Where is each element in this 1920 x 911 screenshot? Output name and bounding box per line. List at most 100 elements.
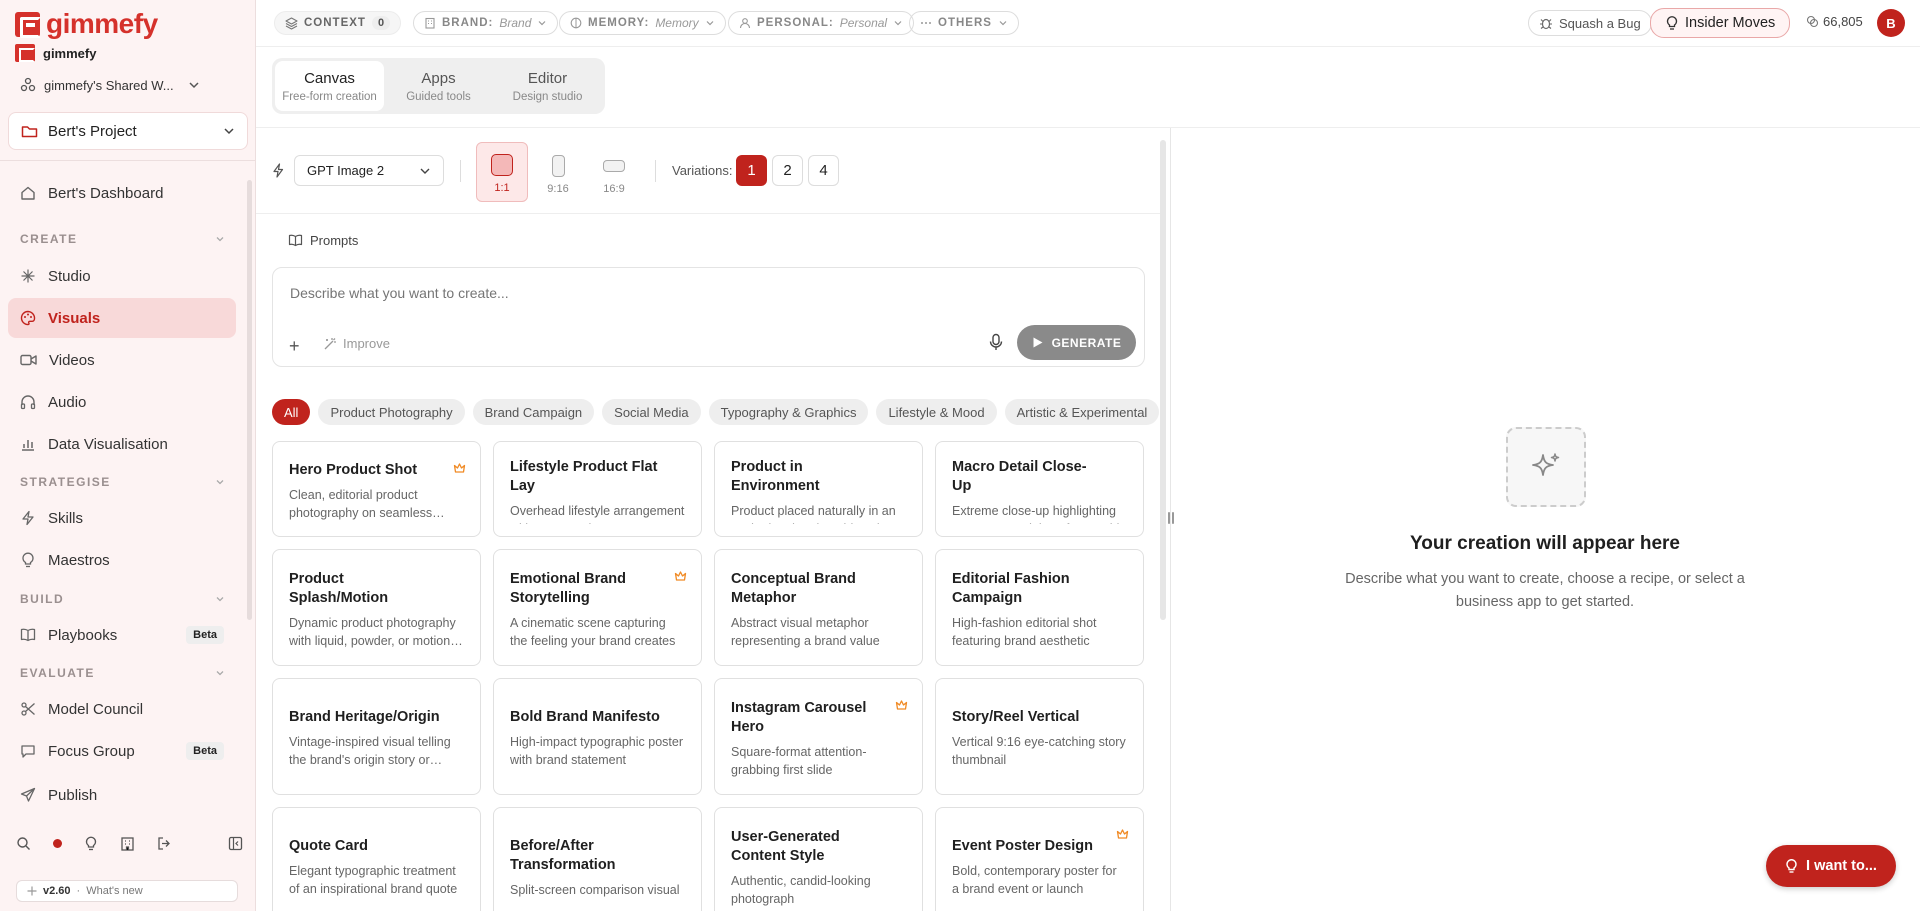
logo-text: gimmefy [46, 8, 158, 39]
tab-editor[interactable]: Editor Design studio [493, 61, 602, 111]
others-chip[interactable]: OTHERS [909, 11, 1019, 35]
section-create[interactable]: CREATE [20, 232, 225, 246]
version-pill[interactable]: v2.60 · What's new [16, 880, 238, 902]
section-build[interactable]: BUILD [20, 592, 225, 606]
filter-chip-lifestyle-mood[interactable]: Lifestyle & Mood [876, 399, 997, 425]
recipe-card[interactable]: Emotional Brand Storytelling A cinematic … [493, 549, 702, 666]
recipe-card[interactable]: Event Poster Design Bold, contemporary po… [935, 807, 1144, 911]
variations-4-button[interactable]: 4 [808, 155, 839, 186]
recipe-card[interactable]: Story/Reel Vertical Vertical 9:16 eye-cat… [935, 678, 1144, 795]
recipe-card[interactable]: Macro Detail Close-Up Extreme close-up hi… [935, 441, 1144, 537]
variations-2-button[interactable]: 2 [772, 155, 803, 186]
logo[interactable]: gimmefy [15, 10, 158, 38]
search-icon[interactable] [16, 836, 31, 851]
recipe-description: A cinematic scene capturing the feeling … [510, 615, 676, 648]
sidebar-item-videos[interactable]: Videos [8, 340, 236, 380]
tab-title: Editor [527, 69, 568, 87]
ratio-16-9[interactable]: 16:9 [588, 142, 640, 202]
avatar[interactable]: B [1877, 9, 1905, 37]
recipe-card[interactable]: Lifestyle Product Flat Lay Overhead lifes… [493, 441, 702, 537]
credits-counter[interactable]: 66,805 [1806, 14, 1863, 29]
recipe-card[interactable]: Editorial Fashion Campaign High-fashion e… [935, 549, 1144, 666]
i-want-to-button[interactable]: I want to... [1766, 845, 1896, 887]
filter-chip-artistic-experimental[interactable]: Artistic & Experimental [1004, 399, 1160, 425]
recipe-card[interactable]: User-Generated Content Style Authentic, c… [714, 807, 923, 911]
tab-apps[interactable]: Apps Guided tools [384, 61, 493, 111]
sidebar-item-model-council[interactable]: Model Council [8, 689, 236, 729]
section-strategise[interactable]: STRATEGISE [20, 475, 225, 489]
sidebar-item-focus-group[interactable]: Focus Group Beta [8, 731, 236, 771]
chevron-down-icon [189, 82, 199, 89]
recipe-card[interactable]: Quote Card Elegant typographic treatment … [272, 807, 481, 911]
sidebar-item-studio[interactable]: Studio [8, 256, 236, 296]
sidebar-toolbar [16, 836, 243, 851]
sidebar-item-visuals[interactable]: Visuals [8, 298, 236, 338]
sidebar-item-maestros[interactable]: Maestros [8, 540, 236, 580]
project-selector[interactable]: Bert's Project [8, 112, 248, 150]
sidebar-item-audio[interactable]: Audio [8, 382, 236, 422]
sidebar-item-playbooks[interactable]: Playbooks Beta [8, 615, 236, 655]
generate-button[interactable]: GENERATE [1017, 325, 1136, 360]
add-attachment-button[interactable]: + [289, 336, 300, 357]
recipe-card[interactable]: Before/After Transformation Split-screen … [493, 807, 702, 911]
prompts-link[interactable]: Prompts [288, 233, 358, 248]
record-dot-icon[interactable] [53, 839, 62, 848]
workspace-switcher[interactable]: gimmefy's Shared W... [20, 77, 200, 93]
recipe-title: Event Poster Design [952, 838, 1094, 854]
mode-tabs: Canvas Free-form creation Apps Guided to… [272, 58, 605, 114]
tab-subtitle: Guided tools [406, 90, 471, 103]
filter-chip-brand-campaign[interactable]: Brand Campaign [472, 399, 595, 425]
sidebar-scrollbar[interactable] [247, 180, 252, 620]
recipe-card[interactable]: Instagram Carousel Hero Square-format att… [714, 678, 923, 795]
filter-chip-all[interactable]: All [272, 399, 311, 425]
headphones-icon [20, 395, 36, 410]
personal-chip[interactable]: PERSONAL: Personal [728, 11, 915, 35]
filter-chip-typography-graphics[interactable]: Typography & Graphics [708, 399, 869, 425]
org-row[interactable]: gimmefy [15, 44, 96, 62]
squash-bug-button[interactable]: Squash a Bug [1528, 10, 1652, 36]
filter-chip-social-media[interactable]: Social Media [602, 399, 701, 425]
logout-icon[interactable] [157, 836, 172, 851]
controls-divider [256, 213, 1160, 214]
sidebar-item-dashboard[interactable]: Bert's Dashboard [8, 173, 236, 213]
ratio-1-1[interactable]: 1:1 [476, 142, 528, 202]
lightbulb-icon[interactable] [84, 836, 98, 851]
insider-moves-button[interactable]: Insider Moves [1650, 8, 1791, 38]
brand-label: BRAND: [442, 17, 494, 29]
recipe-card[interactable]: Product in Environment Product placed nat… [714, 441, 923, 537]
recipe-card[interactable]: Brand Heritage/Origin Vintage-inspired vi… [272, 678, 481, 795]
prompt-input[interactable] [290, 285, 1110, 301]
variations-1-button[interactable]: 1 [736, 155, 767, 186]
scissors-icon [21, 702, 35, 716]
collapse-sidebar-icon[interactable] [228, 836, 243, 851]
sidebar-item-label: Audio [48, 393, 87, 411]
recipe-card[interactable]: Conceptual Brand Metaphor Abstract visual… [714, 549, 923, 666]
sidebar-item-skills[interactable]: Skills [8, 498, 236, 538]
memory-chip[interactable]: MEMORY: Memory [559, 11, 726, 35]
model-select[interactable]: GPT Image 2 [294, 155, 444, 186]
improve-button[interactable]: Improve [323, 336, 390, 351]
section-evaluate[interactable]: EVALUATE [20, 666, 225, 680]
recipe-card[interactable]: Hero Product Shot Clean, editorial produc… [272, 441, 481, 537]
building-icon[interactable] [120, 836, 135, 851]
brand-chip[interactable]: BRAND: Brand [413, 11, 559, 35]
resize-handle[interactable] [1165, 512, 1176, 528]
tab-canvas[interactable]: Canvas Free-form creation [275, 61, 384, 111]
context-count: 0 [371, 16, 391, 30]
context-chip[interactable]: CONTEXT 0 [274, 11, 402, 35]
recipe-card[interactable]: Bold Brand Manifesto High-impact typograp… [493, 678, 702, 795]
memory-label: MEMORY: [588, 17, 650, 29]
chevron-down-icon [999, 21, 1007, 26]
separator [460, 160, 461, 182]
filter-chip-product-photography[interactable]: Product Photography [318, 399, 465, 425]
recipe-description: Product placed naturally in an aspiratio… [731, 504, 896, 524]
left-panel-scrollbar[interactable] [1160, 140, 1166, 620]
magic-wand-icon [324, 338, 336, 350]
project-name: Bert's Project [48, 122, 137, 140]
sidebar-item-publish[interactable]: Publish [8, 775, 236, 815]
sidebar-item-data-visualisation[interactable]: Data Visualisation [8, 424, 236, 464]
ratio-9-16[interactable]: 9:16 [532, 142, 584, 202]
recipe-card[interactable]: Product Splash/Motion Dynamic product pho… [272, 549, 481, 666]
whats-new-link[interactable]: What's new [86, 885, 143, 897]
microphone-icon[interactable] [989, 333, 1003, 351]
